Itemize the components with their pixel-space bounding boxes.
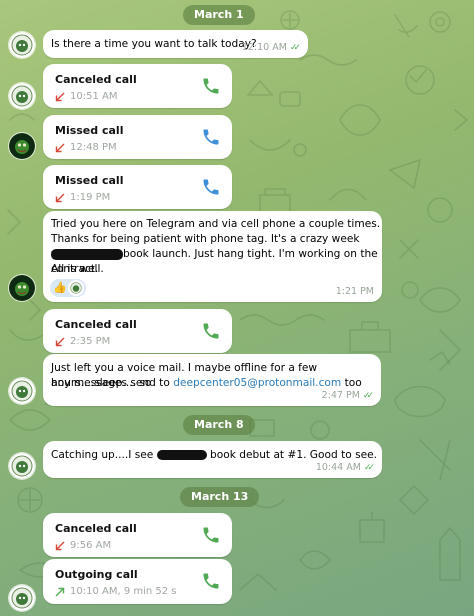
call-time: 1:19 PM [70, 192, 111, 203]
call-title: Missed call [55, 124, 124, 137]
call-bubble[interactable]: Missed call 12:48 PM [43, 115, 232, 159]
message-bubble[interactable]: Is there a time you want to talk today? … [43, 30, 308, 58]
missed-arrow-icon [55, 193, 65, 202]
missed-arrow-icon [55, 337, 65, 346]
avatar[interactable] [9, 275, 35, 301]
message-text: Is there a time you want to talk today? [51, 38, 257, 50]
call-title: Outgoing call [55, 568, 138, 581]
call-title: Canceled call [55, 318, 137, 331]
message-text-line: All is well. [51, 263, 104, 275]
outgoing-arrow-icon [55, 587, 65, 596]
call-subtitle: 12:48 PM [55, 142, 117, 153]
call-title: Missed call [55, 174, 124, 187]
call-subtitle: 10:10 AM, 9 min 52 s [55, 586, 177, 597]
avatar[interactable] [9, 83, 35, 109]
message-text-line: Catching up....I see book debut at #1. G… [51, 448, 377, 463]
call-time: 10:10 AM, 9 min 52 s [70, 586, 177, 597]
call-subtitle: 10:51 AM [55, 91, 117, 102]
redaction-mark [156, 450, 207, 460]
call-time: 12:48 PM [70, 142, 117, 153]
avatar[interactable] [9, 585, 35, 611]
message-text-fragment: Catching up....I see [51, 449, 154, 461]
call-bubble[interactable]: Canceled call 2:35 PM [43, 309, 232, 353]
message-text-fragment: too [344, 377, 362, 389]
message-text-fragment: any messages send to [51, 377, 170, 389]
call-bubble[interactable]: Missed call 1:19 PM [43, 165, 232, 209]
avatar[interactable] [9, 133, 35, 159]
call-bubble[interactable]: Outgoing call 10:10 AM, 9 min 52 s [43, 559, 232, 604]
redaction-mark [51, 248, 123, 260]
message-text-line: Tried you here on Telegram and via cell … [51, 218, 381, 230]
missed-arrow-icon [55, 92, 65, 101]
phone-icon[interactable] [201, 571, 221, 591]
call-bubble[interactable]: Canceled call 9:56 AM [43, 513, 232, 557]
read-checks-icon: ✓✓ [363, 462, 375, 473]
call-subtitle: 1:19 PM [55, 192, 110, 203]
missed-arrow-icon [55, 143, 65, 152]
message-meta: 2:47 PM ✓✓ [321, 390, 374, 401]
message-time: 1:21 PM [335, 286, 374, 297]
avatar[interactable] [9, 32, 35, 58]
message-bubble[interactable]: Tried you here on Telegram and via cell … [43, 211, 382, 302]
avatar[interactable] [9, 453, 35, 479]
phone-icon[interactable] [201, 177, 221, 197]
phone-icon[interactable] [201, 525, 221, 545]
call-title: Canceled call [55, 522, 137, 535]
avatar[interactable] [9, 378, 35, 404]
date-separator: March 1 [183, 5, 255, 25]
message-bubble[interactable]: Catching up....I see book debut at #1. G… [43, 441, 382, 478]
read-checks-icon: ✓✓ [362, 390, 374, 401]
read-checks-icon: ✓✓ [289, 42, 301, 53]
call-subtitle: 9:56 AM [55, 540, 111, 551]
message-meta: 1:21 PM [336, 286, 374, 297]
call-bubble[interactable]: Canceled call 10:51 AM [43, 64, 232, 108]
date-separator: March 8 [183, 415, 255, 435]
message-time: 2:47 PM [321, 390, 360, 401]
message-text-line: any messages send to deepcenter05@proton… [51, 376, 362, 391]
phone-icon[interactable] [201, 76, 221, 96]
call-time: 9:56 AM [70, 540, 112, 551]
thumbs-up-icon: 👍 [53, 281, 67, 294]
message-bubble[interactable]: Just left you a voice mail. I maybe offl… [43, 354, 381, 406]
phone-icon[interactable] [201, 321, 221, 341]
email-link[interactable]: deepcenter05@protonmail.com [173, 377, 341, 389]
message-meta: 12:10 AM ✓✓ [241, 42, 301, 53]
message-time: 10:44 AM [315, 462, 361, 473]
date-separator: March 13 [180, 487, 260, 507]
call-time: 2:35 PM [70, 336, 111, 347]
message-meta: 10:44 AM ✓✓ [315, 462, 375, 473]
reactor-avatar [68, 281, 83, 295]
call-title: Canceled call [55, 73, 137, 86]
message-text-fragment: book debut at #1. Good to see. [210, 449, 377, 461]
message-time: 12:10 AM [241, 42, 287, 53]
missed-arrow-icon [55, 541, 65, 550]
call-time: 10:51 AM [70, 91, 118, 102]
reaction-chip[interactable]: 👍 [50, 279, 86, 297]
phone-icon[interactable] [201, 127, 221, 147]
call-subtitle: 2:35 PM [55, 336, 110, 347]
